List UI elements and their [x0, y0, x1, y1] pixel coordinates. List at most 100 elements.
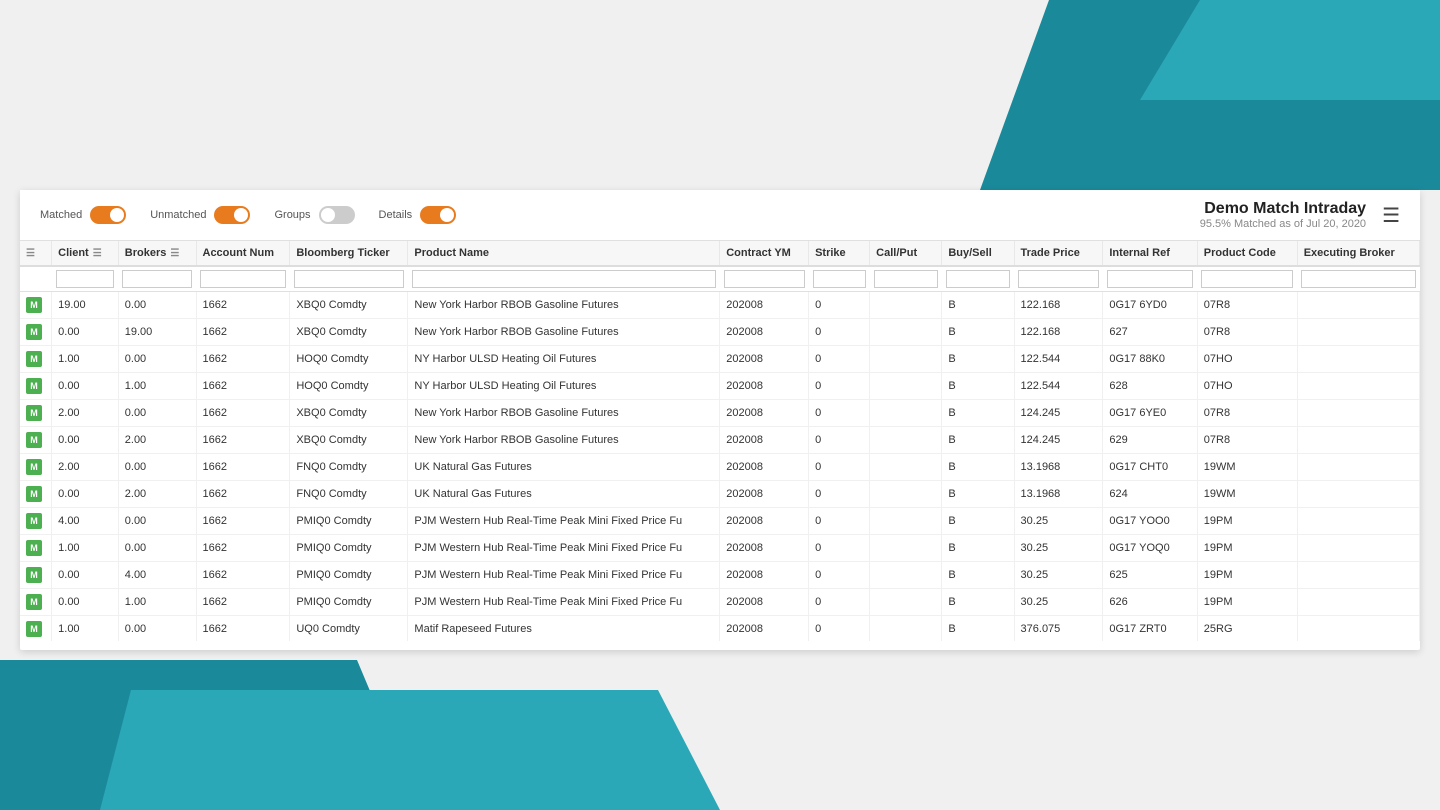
hamburger-menu-icon[interactable]: ☰	[1382, 203, 1400, 228]
cell-row0-col0: M	[20, 292, 52, 319]
match-badge: M	[26, 324, 42, 340]
cell-row10-col9: B	[942, 562, 1014, 589]
unmatched-toggle[interactable]	[214, 206, 250, 224]
table-row: M0.004.001662PMIQ0 ComdtyPJM Western Hub…	[20, 562, 1420, 589]
match-badge: M	[26, 567, 42, 583]
brokers-filter-icon[interactable]: ☰	[170, 248, 179, 259]
matched-label: Matched	[40, 209, 82, 221]
cell-row6-col10: 13.1968	[1014, 454, 1103, 481]
table-row: M0.002.001662XBQ0 ComdtyNew York Harbor …	[20, 427, 1420, 454]
cell-row6-col9: B	[942, 454, 1014, 481]
cell-row11-col9: B	[942, 589, 1014, 616]
cell-row0-col6: 202008	[720, 292, 809, 319]
trade-price-header-label: Trade Price	[1021, 247, 1080, 259]
filter-bloomberg-cell	[290, 266, 408, 292]
account-num-header-label: Account Num	[203, 247, 275, 259]
client-filter-icon[interactable]: ☰	[93, 248, 102, 259]
cell-row2-col2: 0.00	[118, 346, 196, 373]
filter-account-cell	[196, 266, 290, 292]
cell-row5-col10: 124.245	[1014, 427, 1103, 454]
cell-row9-col4: PMIQ0 Comdty	[290, 535, 408, 562]
cell-row4-col4: XBQ0 Comdty	[290, 400, 408, 427]
cell-row3-col9: B	[942, 373, 1014, 400]
filter-trade-price-input[interactable]	[1018, 270, 1099, 288]
match-badge: M	[26, 351, 42, 367]
filter-bloomberg-input[interactable]	[294, 270, 404, 288]
cell-row6-col13	[1297, 454, 1419, 481]
match-badge: M	[26, 621, 42, 637]
cell-row11-col7: 0	[809, 589, 870, 616]
filter-buysell-input[interactable]	[946, 270, 1010, 288]
cell-row10-col2: 4.00	[118, 562, 196, 589]
filter-product-name-input[interactable]	[412, 270, 716, 288]
filter-internal-ref-input[interactable]	[1107, 270, 1193, 288]
matched-toggle[interactable]	[90, 206, 126, 224]
badge-filter-icon[interactable]: ☰	[26, 248, 35, 259]
cell-row2-col12: 07HO	[1197, 346, 1297, 373]
filter-client-input[interactable]	[56, 270, 115, 288]
cell-row11-col3: 1662	[196, 589, 290, 616]
cell-row3-col3: 1662	[196, 373, 290, 400]
match-badge: M	[26, 594, 42, 610]
cell-row12-col6: 202008	[720, 616, 809, 642]
filter-brokers-cell	[118, 266, 196, 292]
cell-row2-col4: HOQ0 Comdty	[290, 346, 408, 373]
cell-row6-col5: UK Natural Gas Futures	[408, 454, 720, 481]
cell-row0-col11: 0G17 6YD0	[1103, 292, 1197, 319]
filter-callput-input[interactable]	[874, 270, 938, 288]
filter-trade-price-cell	[1014, 266, 1103, 292]
cell-row2-col1: 1.00	[52, 346, 119, 373]
match-badge: M	[26, 378, 42, 394]
cell-row8-col9: B	[942, 508, 1014, 535]
cell-row8-col0: M	[20, 508, 52, 535]
strike-header-label: Strike	[815, 247, 846, 259]
details-toggle[interactable]	[420, 206, 456, 224]
filter-row	[20, 266, 1420, 292]
filter-contract-input[interactable]	[724, 270, 805, 288]
app-subtitle: 95.5% Matched as of Jul 20, 2020	[1200, 218, 1366, 230]
toggle-matched: Matched	[40, 206, 126, 224]
table-row: M2.000.001662FNQ0 ComdtyUK Natural Gas F…	[20, 454, 1420, 481]
filter-callput-cell	[870, 266, 942, 292]
cell-row4-col11: 0G17 6YE0	[1103, 400, 1197, 427]
filter-contract-cell	[720, 266, 809, 292]
title-block: Demo Match Intraday 95.5% Matched as of …	[1200, 200, 1366, 230]
filter-product-code-cell	[1197, 266, 1297, 292]
cell-row8-col12: 19PM	[1197, 508, 1297, 535]
table-row: M0.001.001662PMIQ0 ComdtyPJM Western Hub…	[20, 589, 1420, 616]
cell-row11-col10: 30.25	[1014, 589, 1103, 616]
cell-row12-col3: 1662	[196, 616, 290, 642]
cell-row11-col2: 1.00	[118, 589, 196, 616]
cell-row12-col12: 25RG	[1197, 616, 1297, 642]
cell-row8-col6: 202008	[720, 508, 809, 535]
brokers-header-label: Brokers	[125, 247, 167, 259]
cell-row10-col8	[870, 562, 942, 589]
cell-row5-col9: B	[942, 427, 1014, 454]
cell-row6-col2: 0.00	[118, 454, 196, 481]
filter-executing-broker-input[interactable]	[1301, 270, 1415, 288]
cell-row12-col13	[1297, 616, 1419, 642]
cell-row12-col4: UQ0 Comdty	[290, 616, 408, 642]
cell-row4-col6: 202008	[720, 400, 809, 427]
filter-brokers-input[interactable]	[122, 270, 192, 288]
table-row: M0.001.001662HOQ0 ComdtyNY Harbor ULSD H…	[20, 373, 1420, 400]
column-headers-row: ☰ Client ☰ Brokers ☰	[20, 241, 1420, 266]
filter-client-cell	[52, 266, 119, 292]
th-executing-broker: Executing Broker	[1297, 241, 1419, 266]
filter-executing-broker-cell	[1297, 266, 1419, 292]
cell-row8-col11: 0G17 YOO0	[1103, 508, 1197, 535]
filter-strike-input[interactable]	[813, 270, 866, 288]
filter-account-input[interactable]	[200, 270, 286, 288]
filter-product-code-input[interactable]	[1201, 270, 1293, 288]
cell-row10-col3: 1662	[196, 562, 290, 589]
cell-row5-col8	[870, 427, 942, 454]
cell-row6-col7: 0	[809, 454, 870, 481]
cell-row10-col10: 30.25	[1014, 562, 1103, 589]
th-strike: Strike	[809, 241, 870, 266]
cell-row3-col1: 0.00	[52, 373, 119, 400]
toggle-details: Details	[379, 206, 457, 224]
groups-toggle[interactable]	[319, 206, 355, 224]
table-row: M1.000.001662PMIQ0 ComdtyPJM Western Hub…	[20, 535, 1420, 562]
cell-row3-col6: 202008	[720, 373, 809, 400]
th-trade-price: Trade Price	[1014, 241, 1103, 266]
